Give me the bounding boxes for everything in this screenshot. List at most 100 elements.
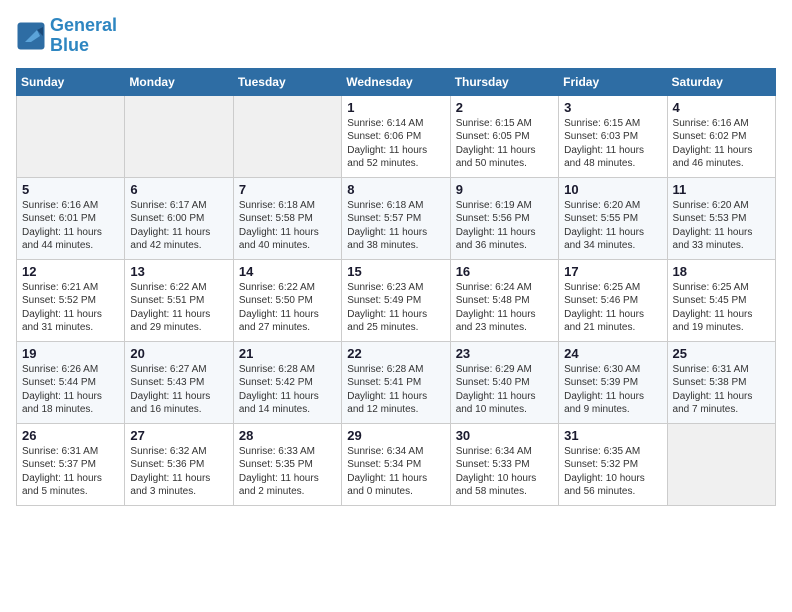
calendar-cell: 20 Sunrise: 6:27 AM Sunset: 5:43 PM Dayli…	[125, 341, 233, 423]
day-info: Sunrise: 6:27 AM Sunset: 5:43 PM Dayligh…	[130, 363, 227, 417]
day-info: Sunrise: 6:24 AM Sunset: 5:48 PM Dayligh…	[456, 281, 553, 335]
calendar-cell: 22 Sunrise: 6:28 AM Sunset: 5:41 PM Dayli…	[342, 341, 450, 423]
day-number: 9	[456, 182, 553, 197]
calendar-cell: 31Sunrise: 6:35 AM Sunset: 5:32 PM Dayli…	[559, 423, 667, 505]
calendar-cell	[667, 423, 775, 505]
calendar-table: SundayMondayTuesdayWednesdayThursdayFrid…	[16, 68, 776, 506]
day-number: 13	[130, 264, 227, 279]
day-number: 15	[347, 264, 444, 279]
day-number: 25	[673, 346, 770, 361]
day-number: 3	[564, 100, 661, 115]
calendar-cell: 2 Sunrise: 6:15 AM Sunset: 6:05 PM Daylig…	[450, 95, 558, 177]
day-info: Sunrise: 6:22 AM Sunset: 5:50 PM Dayligh…	[239, 281, 336, 335]
day-info: Sunrise: 6:32 AM Sunset: 5:36 PM Dayligh…	[130, 445, 227, 499]
day-info: Sunrise: 6:20 AM Sunset: 5:55 PM Dayligh…	[564, 199, 661, 253]
day-number: 5	[22, 182, 119, 197]
weekday-header: Monday	[125, 68, 233, 95]
day-info: Sunrise: 6:30 AM Sunset: 5:39 PM Dayligh…	[564, 363, 661, 417]
day-number: 31	[564, 428, 661, 443]
calendar-cell: 12 Sunrise: 6:21 AM Sunset: 5:52 PM Dayli…	[17, 259, 125, 341]
day-info: Sunrise: 6:19 AM Sunset: 5:56 PM Dayligh…	[456, 199, 553, 253]
day-info: Sunrise: 6:18 AM Sunset: 5:58 PM Dayligh…	[239, 199, 336, 253]
day-number: 10	[564, 182, 661, 197]
day-info: Sunrise: 6:29 AM Sunset: 5:40 PM Dayligh…	[456, 363, 553, 417]
calendar-cell	[17, 95, 125, 177]
day-number: 19	[22, 346, 119, 361]
day-number: 2	[456, 100, 553, 115]
calendar-cell: 29 Sunrise: 6:34 AM Sunset: 5:34 PM Dayli…	[342, 423, 450, 505]
day-number: 12	[22, 264, 119, 279]
day-info: Sunrise: 6:22 AM Sunset: 5:51 PM Dayligh…	[130, 281, 227, 335]
day-info: Sunrise: 6:33 AM Sunset: 5:35 PM Dayligh…	[239, 445, 336, 499]
day-number: 18	[673, 264, 770, 279]
day-number: 23	[456, 346, 553, 361]
day-number: 1	[347, 100, 444, 115]
calendar-cell: 3 Sunrise: 6:15 AM Sunset: 6:03 PM Daylig…	[559, 95, 667, 177]
calendar-cell: 18 Sunrise: 6:25 AM Sunset: 5:45 PM Dayli…	[667, 259, 775, 341]
calendar-cell: 30 Sunrise: 6:34 AM Sunset: 5:33 PM Dayli…	[450, 423, 558, 505]
day-info: Sunrise: 6:16 AM Sunset: 6:01 PM Dayligh…	[22, 199, 119, 253]
calendar-cell: 14 Sunrise: 6:22 AM Sunset: 5:50 PM Dayli…	[233, 259, 341, 341]
day-number: 11	[673, 182, 770, 197]
day-info: Sunrise: 6:15 AM Sunset: 6:05 PM Dayligh…	[456, 117, 553, 171]
day-info: Sunrise: 6:28 AM Sunset: 5:41 PM Dayligh…	[347, 363, 444, 417]
weekday-header: Thursday	[450, 68, 558, 95]
day-info: Sunrise: 6:34 AM Sunset: 5:33 PM Dayligh…	[456, 445, 553, 499]
day-number: 8	[347, 182, 444, 197]
day-number: 17	[564, 264, 661, 279]
day-info: Sunrise: 6:14 AM Sunset: 6:06 PM Dayligh…	[347, 117, 444, 171]
calendar-cell: 19 Sunrise: 6:26 AM Sunset: 5:44 PM Dayli…	[17, 341, 125, 423]
day-info: Sunrise: 6:21 AM Sunset: 5:52 PM Dayligh…	[22, 281, 119, 335]
day-number: 20	[130, 346, 227, 361]
day-number: 14	[239, 264, 336, 279]
calendar-cell: 25 Sunrise: 6:31 AM Sunset: 5:38 PM Dayli…	[667, 341, 775, 423]
calendar-cell: 24 Sunrise: 6:30 AM Sunset: 5:39 PM Dayli…	[559, 341, 667, 423]
calendar-cell: 27 Sunrise: 6:32 AM Sunset: 5:36 PM Dayli…	[125, 423, 233, 505]
day-number: 6	[130, 182, 227, 197]
day-info: Sunrise: 6:26 AM Sunset: 5:44 PM Dayligh…	[22, 363, 119, 417]
calendar-cell: 4Sunrise: 6:16 AM Sunset: 6:02 PM Daylig…	[667, 95, 775, 177]
day-info: Sunrise: 6:17 AM Sunset: 6:00 PM Dayligh…	[130, 199, 227, 253]
logo-text: General Blue	[50, 16, 117, 56]
calendar-cell: 11 Sunrise: 6:20 AM Sunset: 5:53 PM Dayli…	[667, 177, 775, 259]
day-number: 30	[456, 428, 553, 443]
weekday-header: Sunday	[17, 68, 125, 95]
weekday-header: Friday	[559, 68, 667, 95]
day-info: Sunrise: 6:28 AM Sunset: 5:42 PM Dayligh…	[239, 363, 336, 417]
calendar-cell: 7 Sunrise: 6:18 AM Sunset: 5:58 PM Daylig…	[233, 177, 341, 259]
calendar-cell: 23 Sunrise: 6:29 AM Sunset: 5:40 PM Dayli…	[450, 341, 558, 423]
calendar-cell: 15Sunrise: 6:23 AM Sunset: 5:49 PM Dayli…	[342, 259, 450, 341]
day-number: 29	[347, 428, 444, 443]
logo-icon	[16, 21, 46, 51]
calendar-cell: 5 Sunrise: 6:16 AM Sunset: 6:01 PM Daylig…	[17, 177, 125, 259]
calendar-cell: 28Sunrise: 6:33 AM Sunset: 5:35 PM Dayli…	[233, 423, 341, 505]
day-number: 27	[130, 428, 227, 443]
calendar-cell: 17 Sunrise: 6:25 AM Sunset: 5:46 PM Dayli…	[559, 259, 667, 341]
calendar-cell: 16 Sunrise: 6:24 AM Sunset: 5:48 PM Dayli…	[450, 259, 558, 341]
day-info: Sunrise: 6:31 AM Sunset: 5:37 PM Dayligh…	[22, 445, 119, 499]
day-info: Sunrise: 6:34 AM Sunset: 5:34 PM Dayligh…	[347, 445, 444, 499]
day-number: 7	[239, 182, 336, 197]
calendar-cell: 13 Sunrise: 6:22 AM Sunset: 5:51 PM Dayli…	[125, 259, 233, 341]
day-number: 16	[456, 264, 553, 279]
day-info: Sunrise: 6:25 AM Sunset: 5:46 PM Dayligh…	[564, 281, 661, 335]
day-info: Sunrise: 6:25 AM Sunset: 5:45 PM Dayligh…	[673, 281, 770, 335]
day-info: Sunrise: 6:18 AM Sunset: 5:57 PM Dayligh…	[347, 199, 444, 253]
day-number: 24	[564, 346, 661, 361]
calendar-cell	[233, 95, 341, 177]
calendar-cell: 21 Sunrise: 6:28 AM Sunset: 5:42 PM Dayli…	[233, 341, 341, 423]
calendar-cell: 1 Sunrise: 6:14 AM Sunset: 6:06 PM Daylig…	[342, 95, 450, 177]
weekday-header: Saturday	[667, 68, 775, 95]
calendar-cell: 8 Sunrise: 6:18 AM Sunset: 5:57 PM Daylig…	[342, 177, 450, 259]
day-number: 26	[22, 428, 119, 443]
day-info: Sunrise: 6:20 AM Sunset: 5:53 PM Dayligh…	[673, 199, 770, 253]
day-number: 22	[347, 346, 444, 361]
calendar-cell: 26 Sunrise: 6:31 AM Sunset: 5:37 PM Dayli…	[17, 423, 125, 505]
day-number: 21	[239, 346, 336, 361]
day-info: Sunrise: 6:15 AM Sunset: 6:03 PM Dayligh…	[564, 117, 661, 171]
calendar-cell: 9 Sunrise: 6:19 AM Sunset: 5:56 PM Daylig…	[450, 177, 558, 259]
calendar-cell: 6 Sunrise: 6:17 AM Sunset: 6:00 PM Daylig…	[125, 177, 233, 259]
calendar-cell	[125, 95, 233, 177]
weekday-header: Wednesday	[342, 68, 450, 95]
day-info: Sunrise: 6:31 AM Sunset: 5:38 PM Dayligh…	[673, 363, 770, 417]
